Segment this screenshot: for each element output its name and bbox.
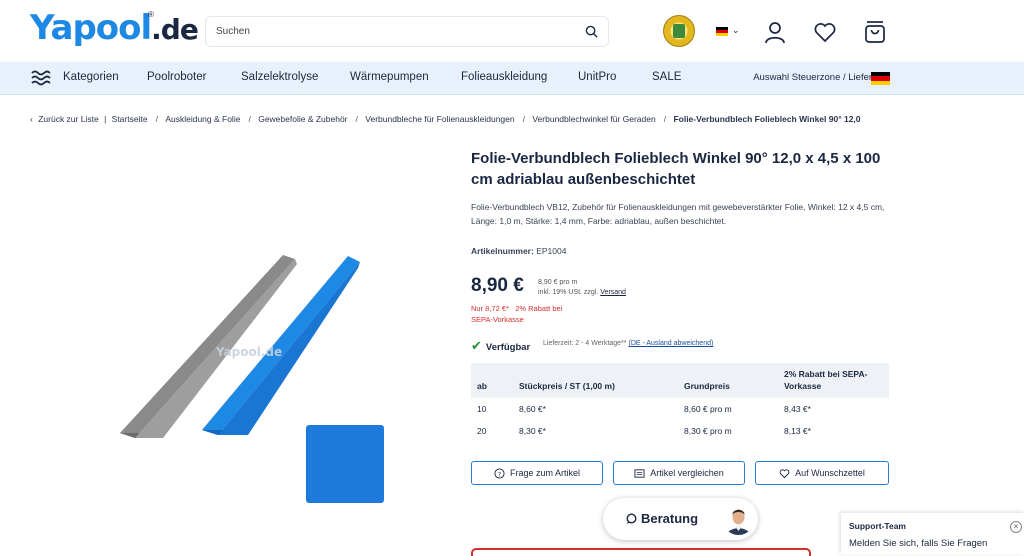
breadcrumb-separator: / bbox=[355, 114, 358, 124]
breadcrumb-divider: | bbox=[104, 114, 107, 124]
search-input[interactable] bbox=[216, 17, 576, 46]
advisor-avatar bbox=[722, 502, 755, 535]
shipping-link[interactable]: Versand bbox=[600, 289, 626, 296]
add-to-cart-bar[interactable] bbox=[471, 548, 811, 556]
german-flag-icon[interactable] bbox=[716, 27, 728, 36]
chat-bubble-icon bbox=[626, 513, 637, 524]
column-header: Grundpreis bbox=[684, 381, 730, 391]
compare-button[interactable]: Artikel vergleichen bbox=[613, 461, 745, 485]
table-row: 10 8,60 €* 8,60 € pro m 8,43 €* bbox=[471, 398, 889, 420]
breadcrumb-separator: / bbox=[155, 114, 158, 124]
site-logo[interactable]: Yapool.de ® bbox=[30, 8, 199, 54]
nav-item-poolroboter[interactable]: Poolroboter bbox=[147, 71, 206, 83]
chevron-left-icon: ‹ bbox=[30, 114, 33, 124]
logo-wordmark: Yapool.de bbox=[30, 8, 199, 48]
color-swatch[interactable] bbox=[306, 425, 384, 503]
table-cell: 10 bbox=[477, 404, 487, 414]
breadcrumb: ‹ Zurück zur Liste | Startseite / Ausklei… bbox=[30, 114, 890, 128]
nav-item-sale[interactable]: SALE bbox=[652, 71, 681, 83]
breadcrumb-item[interactable]: Gewebefolie & Zubehör bbox=[258, 114, 347, 124]
table-cell: 8,60 €* bbox=[519, 404, 546, 414]
table-cell: 20 bbox=[477, 426, 487, 436]
table-cell: 8,13 €* bbox=[784, 426, 811, 436]
consultation-label: Beratung bbox=[641, 511, 699, 526]
trust-seal-icon[interactable] bbox=[663, 15, 695, 47]
availability-status: ✔ Verfügbar bbox=[471, 338, 531, 353]
chevron-down-icon[interactable]: ⌄ bbox=[732, 25, 740, 36]
breadcrumb-separator: / bbox=[522, 114, 525, 124]
search-bar[interactable] bbox=[205, 16, 609, 47]
question-icon: ? bbox=[494, 467, 505, 479]
table-cell: 8,30 €* bbox=[519, 426, 546, 436]
table-cell: 8,43 €* bbox=[784, 404, 811, 414]
nav-item-salzelektrolyse[interactable]: Salzelektrolyse bbox=[241, 71, 318, 83]
nav-item-waermepumpen[interactable]: Wärmepumpen bbox=[350, 71, 429, 83]
main-navigation: Kategorien Poolroboter Salzelektrolyse W… bbox=[0, 62, 1024, 95]
column-header: ab bbox=[477, 381, 487, 391]
breadcrumb-item[interactable]: Auskleidung & Folie bbox=[165, 114, 240, 124]
waves-menu-icon[interactable] bbox=[31, 69, 53, 87]
breadcrumb-item[interactable]: Verbundbleche für Folienauskleidungen bbox=[365, 114, 514, 124]
product-price: 8,90 € bbox=[471, 275, 524, 296]
breadcrumb-item[interactable]: Verbundblechwinkel für Geraden bbox=[532, 114, 655, 124]
shopping-bag-icon[interactable] bbox=[863, 20, 887, 44]
article-number: Artikelnummer: EP1004 bbox=[471, 246, 567, 256]
price-details: 8,90 € pro m inkl. 19% USt. zzgl. Versan… bbox=[538, 279, 626, 296]
sepa-price: Nur 8,72 €* 2% Rabatt bei SEPA-Vorkasse bbox=[471, 304, 563, 324]
tax-zone-selector[interactable]: Auswahl Steuerzone / Lieferland bbox=[753, 72, 890, 83]
product-description: Folie-Verbundblech VB12, Zubehör für Fol… bbox=[471, 202, 885, 226]
back-to-list-link[interactable]: Zurück zur Liste bbox=[38, 114, 98, 124]
nav-item-kategorien[interactable]: Kategorien bbox=[63, 71, 119, 83]
breadcrumb-separator: / bbox=[248, 114, 251, 124]
svg-text:Yapool.de: Yapool.de bbox=[215, 345, 282, 359]
compare-icon bbox=[634, 468, 645, 478]
support-title: Support-Team bbox=[849, 521, 906, 531]
table-cell: 8,60 € pro m bbox=[684, 404, 732, 414]
breadcrumb-separator: / bbox=[663, 114, 667, 124]
breadcrumb-item[interactable]: Startseite bbox=[112, 114, 148, 124]
column-header: Stückpreis / ST (1,00 m) bbox=[519, 381, 615, 391]
question-button[interactable]: ? Frage zum Artikel bbox=[471, 461, 603, 485]
tier-price-table: ab Stückpreis / ST (1,00 m) Grundpreis 2… bbox=[471, 363, 889, 442]
table-cell: 8,30 € pro m bbox=[684, 426, 732, 436]
site-header: Yapool.de ® ⌄ bbox=[0, 0, 1024, 62]
nav-item-folieauskleidung[interactable]: Folieauskleidung bbox=[461, 71, 547, 83]
logo-registered-mark: ® bbox=[148, 10, 154, 19]
search-icon[interactable] bbox=[585, 25, 598, 38]
delivery-info-link[interactable]: (DE - Ausland abweichend) bbox=[628, 340, 713, 347]
table-header-row: ab Stückpreis / ST (1,00 m) Grundpreis 2… bbox=[471, 363, 889, 398]
heart-icon bbox=[779, 468, 790, 478]
column-header: 2% Rabatt bei SEPA-Vorkasse bbox=[784, 369, 868, 391]
german-flag-icon[interactable] bbox=[871, 72, 890, 85]
consultation-button[interactable]: Beratung bbox=[603, 498, 758, 540]
nav-item-unitpro[interactable]: UnitPro bbox=[578, 71, 616, 83]
table-row: 20 8,30 €* 8,30 € pro m 8,13 €* bbox=[471, 420, 889, 442]
heart-icon[interactable] bbox=[813, 20, 837, 44]
support-chat-widget[interactable]: Support-Team Melden Sie sich, falls Sie … bbox=[841, 513, 1024, 554]
product-title: Folie-Verbundblech Folieblech Winkel 90°… bbox=[471, 150, 881, 188]
user-account-icon[interactable] bbox=[763, 20, 787, 44]
svg-text:?: ? bbox=[498, 470, 501, 478]
support-message: Melden Sie sich, falls Sie Fragen bbox=[849, 538, 988, 549]
close-icon[interactable]: × bbox=[1010, 521, 1022, 533]
delivery-time: Lieferzeit: 2 - 4 Werktage** (DE - Ausla… bbox=[543, 340, 714, 347]
checkmark-icon: ✔ bbox=[471, 338, 482, 353]
breadcrumb-current: Folie-Verbundblech Folieblech Winkel 90°… bbox=[673, 114, 861, 124]
wishlist-button[interactable]: Auf Wunschzettel bbox=[755, 461, 889, 485]
